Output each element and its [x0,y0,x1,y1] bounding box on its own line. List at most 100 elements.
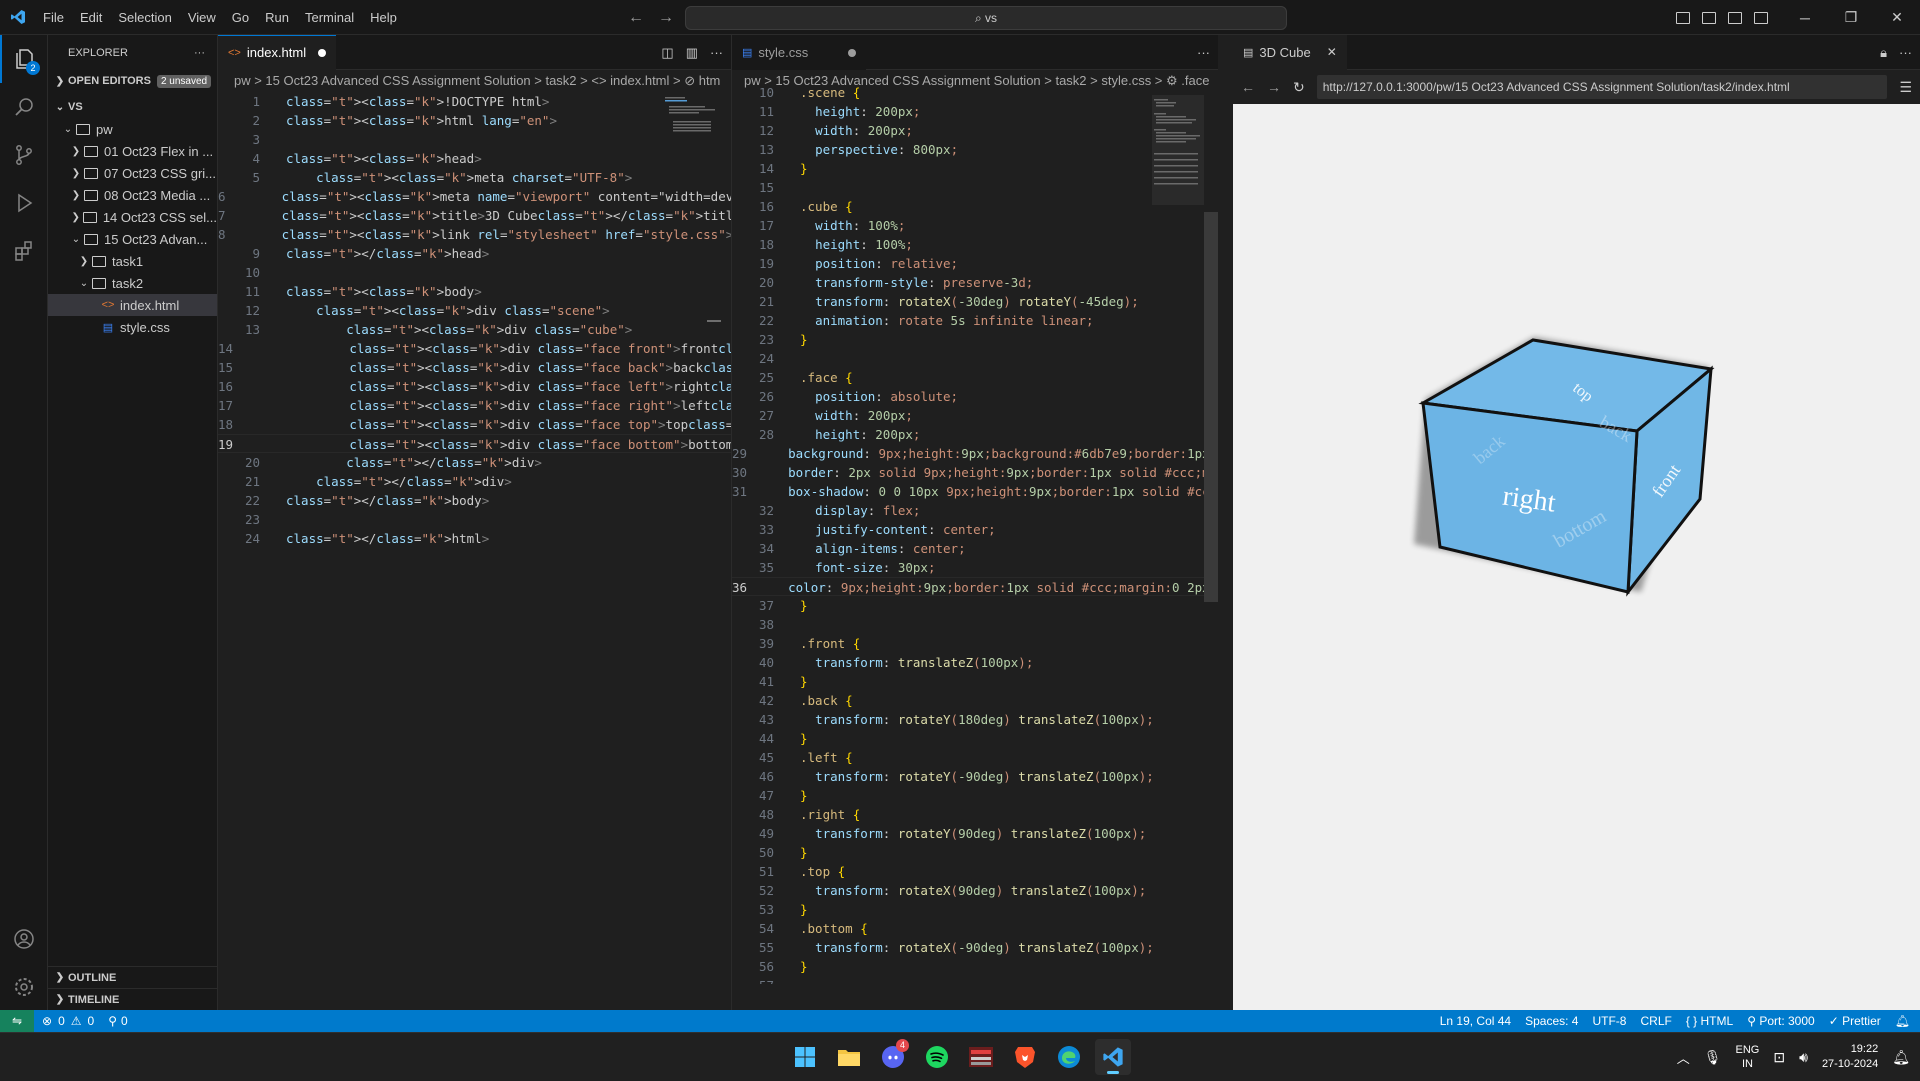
code-area[interactable]: 10 .scene {11 height: 200px; 12 width: 200… [732,83,1218,984]
source-control-activity[interactable] [0,131,48,179]
customize-layout-icon[interactable] [1754,11,1768,24]
code-line[interactable]: 25 .face { [732,368,1218,387]
code-line[interactable]: 14} [732,159,1218,178]
tree-item[interactable]: ❯ 08 Oct23 Media ... [48,184,217,206]
breadcrumb[interactable]: pw > 15 Oct23 Advanced CSS Assignment So… [218,70,731,92]
tab-index-html[interactable]: <> index.html [218,34,337,70]
code-line[interactable]: 10 [218,263,731,282]
tree-item[interactable]: ❯ 07 Oct23 CSS gri... [48,162,217,184]
code-line[interactable]: 7 class="t"><class="k">title>3D Cubeclas… [218,206,748,225]
indentation[interactable]: Spaces: 4 [1525,1014,1578,1028]
code-line[interactable]: 9 class="t"></class="k">head> [218,244,731,263]
menu-icon[interactable]: ☰ [1899,79,1912,96]
code-line[interactable]: 49 transform: rotateY(90deg) translateZ(… [732,824,1218,843]
close-tab-icon[interactable]: ✕ [1327,45,1337,59]
code-line[interactable]: 24 class="t"></class="k">html> [218,529,731,548]
code-line[interactable]: 10 .scene { [732,83,1218,102]
accounts-activity[interactable] [0,915,48,963]
code-line[interactable]: 41} [732,672,1218,691]
open-preview-icon[interactable]: ◫ [661,35,673,70]
chevron-up-icon[interactable]: ︿ [1677,1048,1690,1067]
back-arrow-icon[interactable]: ← [1241,79,1255,95]
code-line[interactable]: 4 class="t"><class="k">head> [218,149,731,168]
toggle-secondary-sidebar-icon[interactable] [1728,11,1742,24]
code-line[interactable]: 30 border: 2px solid 9px;height:9px;bord… [732,463,1218,482]
extensions-activity[interactable] [0,227,48,275]
split-editor-icon[interactable]: ▥ [686,35,698,70]
code-line[interactable]: 16 .cube { [732,197,1218,216]
code-line[interactable]: 27 width: 200px; [732,406,1218,425]
discord-button[interactable]: 4 [875,1039,911,1075]
code-line[interactable]: 21 class="t"></class="k">div> [218,472,731,491]
code-line[interactable]: 20 class="t"></class="k">div> [218,453,731,472]
command-center-search[interactable]: ⌕ vs [685,6,1287,30]
clock[interactable]: 19:22 27-10-2024 [1822,1042,1878,1072]
minimap[interactable] [665,95,717,155]
problems-indicator[interactable]: ⊗ 0 ⚠ 0 [42,1014,94,1028]
code-line[interactable]: 45 .left { [732,748,1218,767]
tree-item[interactable]: ⌄ pw [48,118,217,140]
tree-item[interactable]: ❯ task1 [48,250,217,272]
code-line[interactable]: 11 height: 200px; [732,102,1218,121]
ports-indicator[interactable]: ⚲ 0 [108,1014,127,1028]
code-line[interactable]: 15 class="t"><class="k">div class="face … [218,358,899,377]
vertical-scrollbar[interactable] [1204,92,1218,1010]
microphone-icon[interactable]: 🎙︎ [1704,1049,1722,1066]
code-line[interactable]: 40 transform: translateZ(100px); [732,653,1218,672]
timeline-section[interactable]: ❯ TIMELINE [48,988,218,1010]
reload-icon[interactable]: ↻ [1293,79,1305,96]
code-line[interactable]: 26 position: absolute; [732,387,1218,406]
code-line[interactable]: 18 height: 100%; [732,235,1218,254]
more-actions-icon[interactable]: ··· [194,47,205,59]
code-line[interactable]: 37} [732,596,1218,615]
tab-3d-cube[interactable]: ▤ 3D Cube ✕ [1233,34,1347,70]
notification-bell-icon[interactable]: 🔔︎ [1892,1049,1910,1066]
vscode-taskbar-button[interactable] [1095,1039,1131,1075]
menu-item-file[interactable]: File [35,0,72,35]
code-line[interactable]: 56} [732,957,1218,976]
code-line[interactable]: 35 font-size: 30px; [732,558,1218,577]
edge-button[interactable] [1051,1039,1087,1075]
scrollbar-thumb[interactable] [1204,212,1218,602]
volume-icon[interactable]: 🔊︎ [1799,1049,1808,1066]
code-line[interactable]: 23} [732,330,1218,349]
code-line[interactable]: 50} [732,843,1218,862]
menu-item-go[interactable]: Go [224,0,257,35]
outline-section[interactable]: ❯ OUTLINE [48,966,218,988]
code-line[interactable]: 34 align-items: center; [732,539,1218,558]
explorer-activity[interactable]: 2 [0,35,48,83]
code-line[interactable]: 24 [732,349,1218,368]
code-line[interactable]: 12 width: 200px; [732,121,1218,140]
code-line[interactable]: 32 display: flex; [732,501,1218,520]
open-editors-section[interactable]: ❯ OPEN EDITORS 2 unsaved [48,70,217,92]
more-actions-icon[interactable]: ··· [1899,35,1912,70]
notifications-bell-icon[interactable]: 🔔︎ [1895,1014,1910,1028]
code-line[interactable]: 18 class="t"><class="k">div class="face … [218,415,884,434]
spotify-button[interactable] [919,1039,955,1075]
back-arrow-icon[interactable]: ← [628,0,644,35]
code-line[interactable]: 38 [732,615,1218,634]
end-of-line[interactable]: CRLF [1640,1014,1671,1028]
code-line[interactable]: 14 class="t"><class="k">div class="face … [218,339,914,358]
code-line[interactable]: 22 class="t"></class="k">body> [218,491,731,510]
restore-button[interactable]: ❐ [1828,9,1874,26]
code-line[interactable]: 11 class="t"><class="k">body> [218,282,731,301]
code-line[interactable]: 42 .back { [732,691,1218,710]
lock-icon[interactable]: 🔒︎ [1880,35,1887,70]
more-actions-icon[interactable]: ··· [1197,35,1210,70]
code-line[interactable]: 33 justify-content: center; [732,520,1218,539]
code-line[interactable]: 22 animation: rotate 5s infinite linear; [732,311,1218,330]
code-line[interactable]: 19 position: relative; [732,254,1218,273]
language-indicator[interactable]: ENG IN [1736,1043,1760,1071]
code-line[interactable]: 1 class="t"><class="k">!DOCTYPE html> [218,92,731,111]
prettier-status[interactable]: ✓ Prettier [1829,1014,1881,1028]
code-line[interactable]: 17 width: 100%; [732,216,1218,235]
code-line[interactable]: 47} [732,786,1218,805]
live-server-port[interactable]: ⚲ Port: 3000 [1747,1014,1815,1028]
code-line[interactable]: 44} [732,729,1218,748]
more-actions-icon[interactable]: ··· [710,35,723,70]
code-line[interactable]: 12 class="t"><class="k">div class="scene… [218,301,731,320]
cursor-position[interactable]: Ln 19, Col 44 [1440,1014,1511,1028]
code-line[interactable]: 20 transform-style: preserve-3d; [732,273,1218,292]
code-line[interactable]: 17 class="t"><class="k">div class="face … [218,396,906,415]
